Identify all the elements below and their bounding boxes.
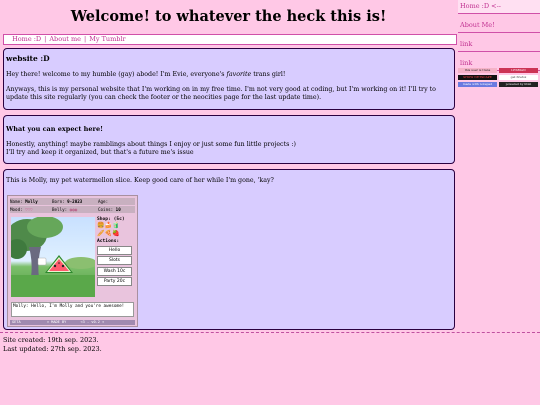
juice-icon[interactable]: 🧃 [112,222,119,229]
shop-items: 🍔🍰🧃 🥖🍕🍓 [97,222,134,238]
party-button[interactable]: Party 20c [97,277,132,286]
cake-icon[interactable]: 🍰 [104,222,111,229]
badge-button[interactable]: powered by html [499,82,538,87]
button-wall: this user is trans LESBIAN SHOW NETSCAPE… [458,68,540,89]
last-updated: Last updated: 27th sep. 2023. [3,345,102,353]
badge-button[interactable]: made with notepad [458,82,497,87]
slots-button[interactable]: Slots [97,256,132,265]
pet-shop: Shop: (5c) 🍔🍰🧃 🥖🍕🍓 Actions: Hello Slots … [97,217,134,288]
strawberry-icon[interactable]: 🍓 [112,230,119,237]
pet-coins: 10 [115,207,121,212]
pet-stats-row-1: Name: Molly Born: 9-2023 Age: [10,198,135,205]
badge-button[interactable]: SHOW NETSCAPE [458,75,497,80]
pet-mood: ♡♡♡ [25,207,33,212]
nav-link-home[interactable]: Home :D [12,35,41,43]
intro-text-2: Anyways, this is my personal website tha… [6,86,436,101]
pet-name: Molly [25,199,38,204]
pet-chat: Molly: Hello, I'm Molly and you're aweso… [11,302,134,317]
intro-text: Hey there! welcome to my humble (gay) ab… [6,71,286,78]
pet-born: 9-2023 [67,199,83,204]
pet-widget: Name: Molly Born: 9-2023 Age: Mood: ♡♡♡ … [7,195,138,327]
footer-divider [0,332,540,333]
intro-panel: website :D Hey there! welcome to my humb… [3,48,455,110]
scene-illustration [11,217,95,297]
site-created: Site created: 19th sep. 2023. [3,336,99,344]
hello-button[interactable]: Hello [97,245,132,255]
intro-heading: website :D [6,54,50,63]
actions-label: Actions: [97,239,120,244]
page-title: Welcome! to whatever the heck this is! [70,8,387,25]
footer: Site created: 19th sep. 2023. Last updat… [3,336,102,354]
sidebar-item-home[interactable]: Home :D <-- [458,0,540,14]
badge-button[interactable]: this user is trans [458,68,497,73]
expect-panel: What you can expect here! Honestly, anyt… [3,115,455,164]
pet-caption: This is Molly, my pet watermellon slice.… [6,177,274,184]
badge-button[interactable]: LESBIAN [499,68,538,73]
sidebar-item-about[interactable]: About Me! [458,19,540,33]
badge-button[interactable]: get firefox [499,75,538,80]
pet-stats-row-2: Mood: ♡♡♡ Belly: ◍◍◍ Coins: 10 [10,206,135,213]
nav-link-about[interactable]: About me [49,35,81,43]
nav-link-tumblr[interactable]: My Tumblr [89,35,125,43]
wash-button[interactable]: Wash 10c [97,266,132,276]
expect-heading: What you can expect here! [6,125,103,133]
pet-belly: ◍◍◍ [69,207,78,212]
expect-line-2: I'll try and keep it organized, but that… [6,149,194,156]
sidebar-item-link-1[interactable]: link [458,38,540,52]
expect-line-1: Honestly, anything! maybe ramblings abou… [6,141,296,148]
top-nav: Home :D | About me | My Tumblr [3,34,457,45]
pet-widget-footer: GETA » MADE BY <3 - v0.2 « [10,320,135,325]
pet-scene[interactable] [11,217,95,297]
sidebar: Home :D <-- About Me! link link [458,0,540,76]
pizza-icon[interactable]: 🍕 [104,230,111,237]
